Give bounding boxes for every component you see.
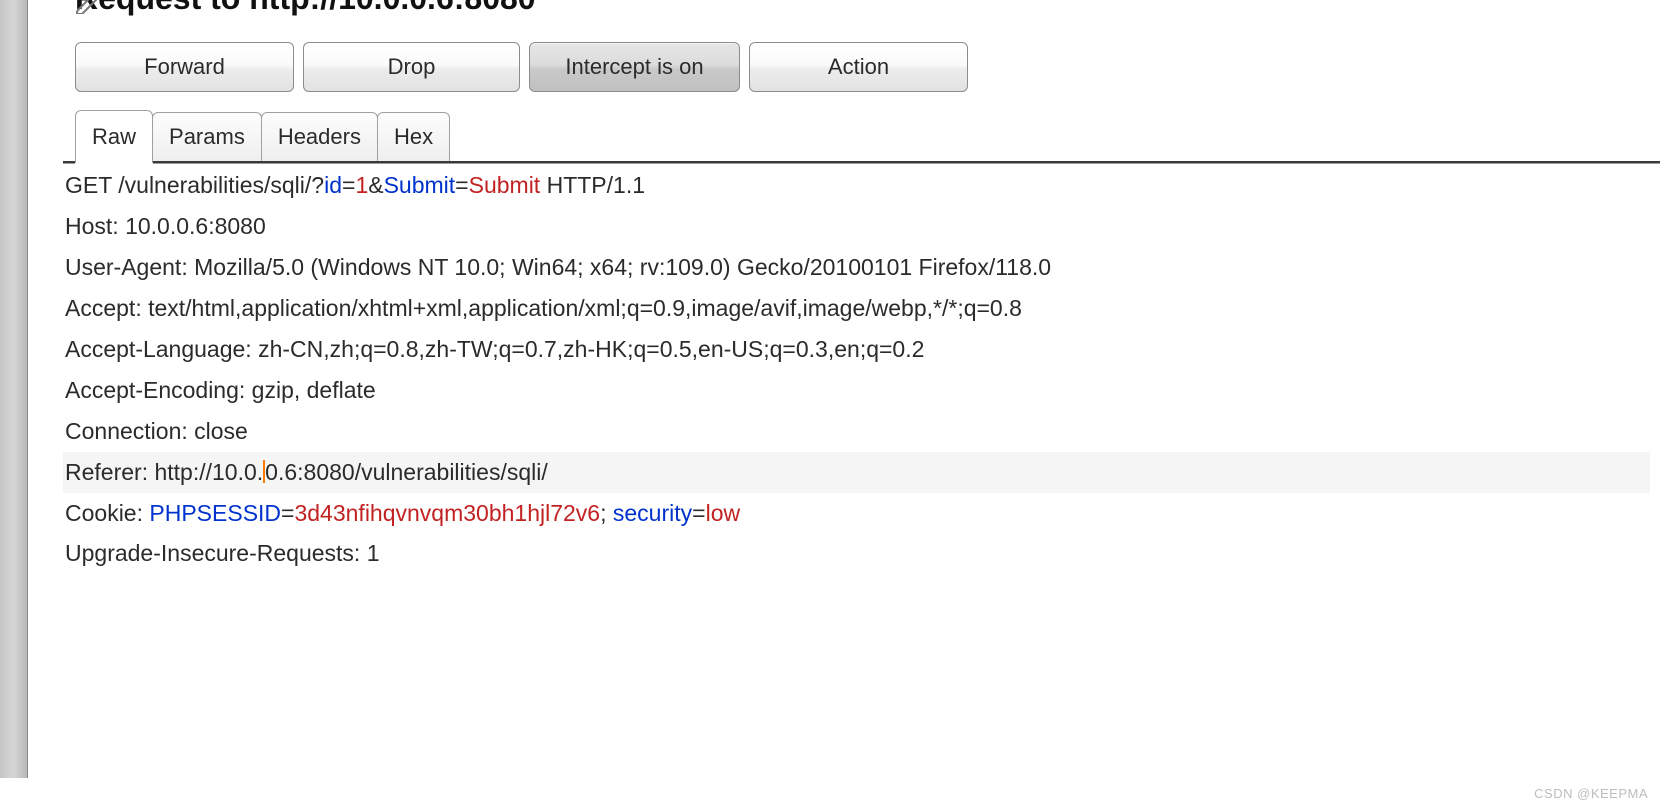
http-version: HTTP/1.1 (540, 172, 645, 198)
param-value: 1 (355, 172, 368, 198)
header-user-agent[interactable]: User-Agent: Mozilla/5.0 (Windows NT 10.0… (63, 247, 1650, 288)
header-host[interactable]: Host: 10.0.0.6:8080 (63, 206, 1650, 247)
tab-hex[interactable]: Hex (377, 112, 450, 161)
param-amp: & (368, 172, 383, 198)
tab-params[interactable]: Params (152, 112, 262, 161)
param-eq: = (342, 172, 355, 198)
header-accept-language[interactable]: Accept-Language: zh-CN,zh;q=0.8,zh-TW;q=… (63, 329, 1650, 370)
header-accept-encoding[interactable]: Accept-Encoding: gzip, deflate (63, 370, 1650, 411)
cookie-value: low (706, 500, 741, 526)
cookie-eq: = (692, 500, 705, 526)
header-upgrade-insecure-requests[interactable]: Upgrade-Insecure-Requests: 1 (63, 533, 1650, 574)
param-key: id (324, 172, 342, 198)
action-button[interactable]: Action (749, 42, 968, 92)
tab-headers[interactable]: Headers (261, 112, 378, 161)
http-method: GET (65, 172, 118, 198)
param-eq: = (455, 172, 468, 198)
left-gutter (0, 0, 28, 778)
referer-pre: Referer: http://10.0. (65, 459, 263, 485)
edit-icon (76, 0, 108, 14)
drop-button[interactable]: Drop (303, 42, 520, 92)
referer-post: 0.6:8080/vulnerabilities/sqli/ (265, 459, 548, 485)
header-accept[interactable]: Accept: text/html,application/xhtml+xml,… (63, 288, 1650, 329)
cookie-sep: ; (600, 500, 613, 526)
request-line[interactable]: GET /vulnerabilities/sqli/?id=1&Submit=S… (63, 165, 1650, 206)
forward-button[interactable]: Forward (75, 42, 294, 92)
cookie-eq: = (281, 500, 294, 526)
request-view-tabs: Raw Params Headers Hex (75, 110, 449, 161)
param-value: Submit (469, 172, 541, 198)
raw-request-editor[interactable]: GET /vulnerabilities/sqli/?id=1&Submit=S… (63, 165, 1650, 777)
cookie-value: 3d43nfihqvnvqm30bh1hjl72v6 (294, 500, 600, 526)
header-referer[interactable]: Referer: http://10.0.0.6:8080/vulnerabil… (63, 452, 1650, 493)
tab-underline (63, 161, 1660, 164)
cookie-key: security (613, 500, 692, 526)
tab-raw[interactable]: Raw (75, 110, 153, 163)
header-cookie[interactable]: Cookie: PHPSESSID=3d43nfihqvnvqm30bh1hjl… (63, 493, 1650, 534)
cookie-label: Cookie: (65, 500, 149, 526)
cookie-key: PHPSESSID (149, 500, 281, 526)
intercept-toolbar: Forward Drop Intercept is on Action (75, 42, 968, 92)
param-key: Submit (384, 172, 456, 198)
http-path: /vulnerabilities/sqli/? (118, 172, 324, 198)
intercept-toggle-button[interactable]: Intercept is on (529, 42, 740, 92)
request-title: Request to http://10.0.0.6:8080 (75, 0, 536, 17)
header-connection[interactable]: Connection: close (63, 411, 1650, 452)
watermark: CSDN @KEEPMA (1534, 786, 1648, 801)
